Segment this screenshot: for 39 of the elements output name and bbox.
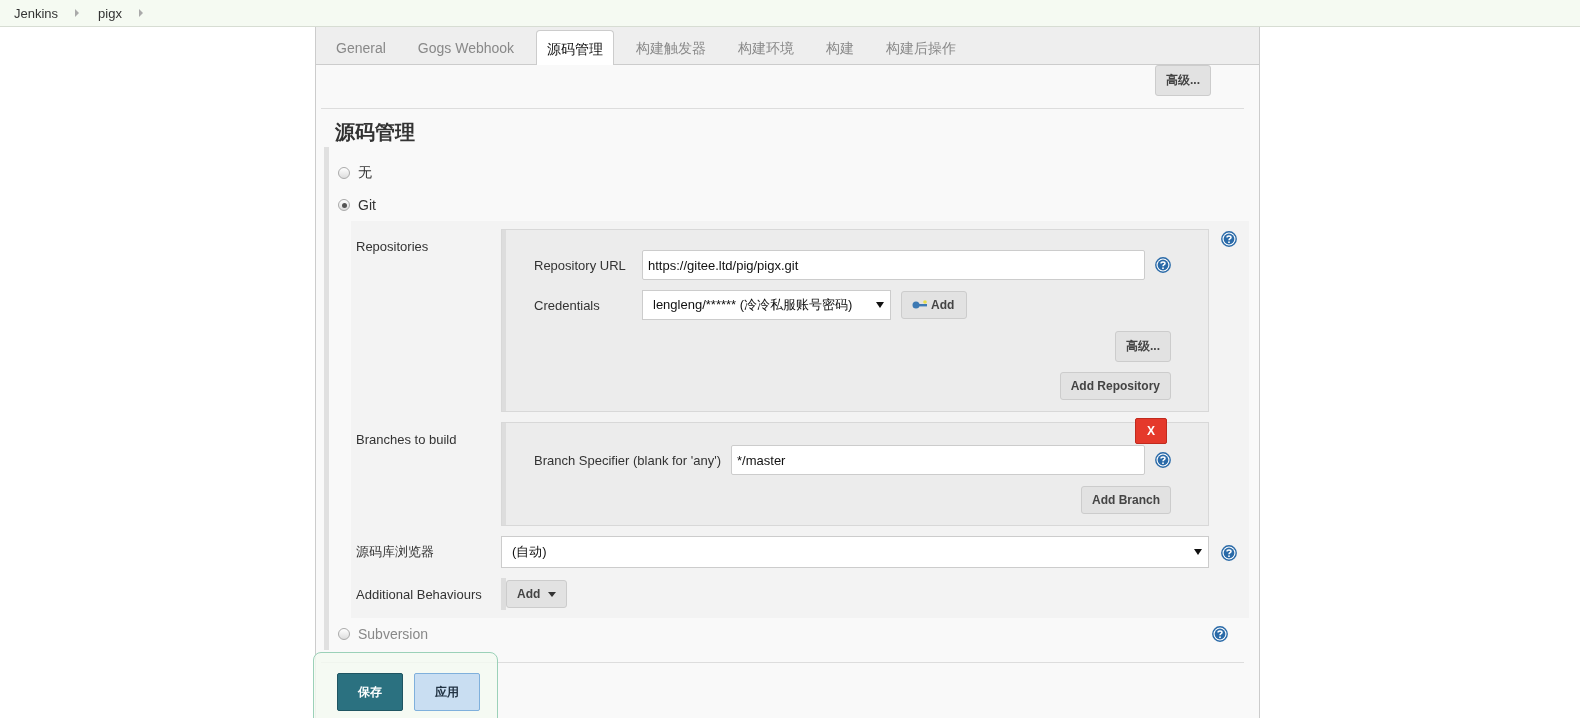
field-label: Repositories	[355, 238, 430, 254]
field-label: Repository URL	[534, 257, 627, 273]
dropdown-arrow-icon	[1194, 549, 1202, 555]
field-label: Branch Specifier (blank for 'any')	[534, 452, 722, 468]
field-label: 源码库浏览器	[355, 543, 435, 561]
radio-button[interactable]	[338, 199, 350, 211]
radio-label: Subversion	[358, 626, 429, 642]
field-label: Branches to build	[355, 431, 458, 447]
advanced-button[interactable]: 高级...	[1155, 65, 1211, 96]
radio-label: Git	[358, 197, 376, 213]
add-repository-button[interactable]: Add Repository	[1059, 372, 1171, 400]
radio-button[interactable]	[338, 167, 350, 179]
help-icon[interactable]	[1155, 257, 1171, 273]
dropdown-arrow-icon	[876, 302, 884, 308]
section-heading: 源码管理	[334, 120, 416, 145]
field-label: Additional Behaviours	[355, 586, 483, 602]
radio-button[interactable]	[338, 628, 350, 640]
field-label: Credentials	[534, 297, 601, 313]
delete-button[interactable]: X	[1135, 418, 1167, 444]
repository-browser-dropdown[interactable]: (自动)	[501, 536, 1209, 568]
radio-label: 无	[358, 164, 372, 182]
branch-specifier-field[interactable]: */master	[731, 445, 1145, 475]
add-behaviour-button[interactable]: Add	[506, 580, 568, 608]
save-button[interactable]: 保存	[337, 673, 403, 711]
advanced-button[interactable]: 高级...	[1115, 331, 1171, 362]
add-credentials-button[interactable]: Add	[901, 291, 968, 319]
repository-url-field[interactable]: https://gitee.ltd/pig/pigx.git	[642, 250, 1145, 280]
help-icon[interactable]	[1212, 626, 1228, 642]
key-icon	[912, 300, 928, 310]
credentials-dropdown[interactable]: lengleng/****** (冷冷私服账号密码)	[642, 290, 891, 320]
help-icon[interactable]	[1221, 545, 1237, 561]
tab[interactable]: 源码管理	[536, 30, 615, 65]
apply-button[interactable]: 应用	[414, 673, 480, 711]
caret-icon	[548, 591, 557, 597]
help-icon[interactable]	[1221, 231, 1237, 247]
help-icon[interactable]	[1155, 452, 1171, 468]
add-branch-button[interactable]: Add Branch	[1081, 486, 1171, 514]
breadcrumb-link[interactable]: Jenkins	[14, 5, 59, 21]
breadcrumb-link[interactable]: pigx	[98, 5, 122, 21]
